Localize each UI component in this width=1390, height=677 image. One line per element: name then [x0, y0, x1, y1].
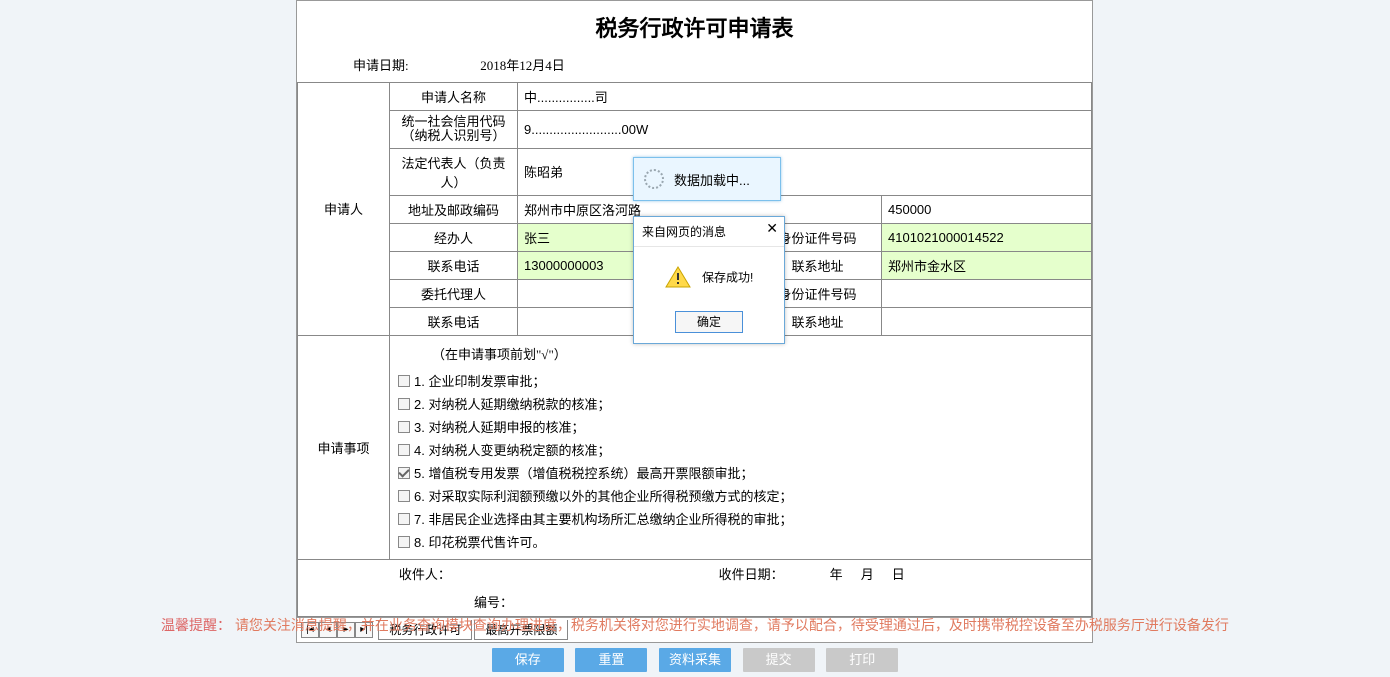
checkbox-icon[interactable] — [398, 490, 410, 502]
item-text: 增值税专用发票（增值税税控系统）最高开票限额审批； — [428, 466, 753, 481]
tip-line: 温馨提醒： 请您关注消息提醒，并在业务查询模块查询办理进度，税务机关将对您进行实… — [0, 615, 1390, 635]
submit-button[interactable]: 提交 — [743, 648, 815, 672]
save-button[interactable]: 保存 — [492, 648, 564, 672]
value-zip: 450000 — [882, 195, 1092, 223]
label-handler: 经办人 — [390, 223, 518, 251]
label-phone1: 联系电话 — [390, 251, 518, 279]
item-text: 对采取实际利润额预缴以外的其他企业所得税预缴方式的核定； — [428, 489, 792, 504]
value-contact-addr2[interactable] — [882, 307, 1092, 335]
checkbox-icon[interactable] — [398, 398, 410, 410]
item-text: 非居民企业选择由其主要机构场所汇总缴纳企业所得税的审批； — [428, 512, 792, 527]
checkbox-icon[interactable] — [398, 444, 410, 456]
apply-item[interactable]: 5. 增值税专用发票（增值税税控系统）最高开票限额审批； — [398, 461, 1085, 484]
items-cell: （在申请事项前划"√"） 1. 企业印制发票审批；2. 对纳税人延期缴纳税款的核… — [390, 335, 1092, 559]
item-text: 对纳税人延期缴纳税款的核准； — [428, 397, 610, 412]
item-text: 印花税票代售许可。 — [428, 535, 545, 550]
value-applicant-name: 中................司 — [518, 83, 1092, 111]
close-icon[interactable]: ✕ — [766, 221, 778, 235]
item-text: 企业印制发票审批； — [428, 374, 545, 389]
apply-date-label: 申请日期: — [353, 55, 477, 74]
dialog-body: 保存成功! — [634, 247, 784, 303]
item-number: 1. — [414, 374, 428, 389]
spinner-icon — [644, 169, 664, 189]
ok-button[interactable]: 确定 — [675, 311, 743, 333]
dialog-title-bar: 来自网页的消息 ✕ — [634, 217, 784, 247]
value-uscc: 9.........................00W — [518, 111, 1092, 149]
warning-icon — [665, 265, 691, 289]
tip-text: 请您关注消息提醒，并在业务查询模块查询办理进度，税务机关将对您进行实地调查，请予… — [235, 617, 1229, 633]
reset-button[interactable]: 重置 — [575, 648, 647, 672]
tip-label: 温馨提醒： — [161, 617, 231, 633]
checkbox-icon[interactable] — [398, 467, 410, 479]
receive-date-value: 年 月 日 — [790, 560, 1091, 588]
item-number: 5. — [414, 466, 428, 481]
apply-item[interactable]: 6. 对采取实际利润额预缴以外的其他企业所得税预缴方式的核定； — [398, 484, 1085, 507]
item-number: 3. — [414, 420, 428, 435]
apply-date-row: 申请日期: 2018年12月4日 — [297, 49, 1092, 82]
label-applicant-name: 申请人名称 — [390, 83, 518, 111]
checkbox-icon[interactable] — [398, 513, 410, 525]
apply-date-value: 2018年12月4日 — [480, 58, 565, 73]
item-number: 4. — [414, 443, 428, 458]
item-number: 6. — [414, 489, 428, 504]
item-text: 对纳税人变更纳税定额的核准； — [428, 443, 610, 458]
value-agent-id[interactable] — [882, 279, 1092, 307]
apply-item[interactable]: 2. 对纳税人延期缴纳税款的核准； — [398, 392, 1085, 415]
value-contact-addr1[interactable]: 郑州市金水区 — [882, 251, 1092, 279]
value-legal-rep: 陈昭弟 — [518, 148, 1092, 195]
apply-item[interactable]: 1. 企业印制发票审批； — [398, 369, 1085, 392]
receive-date-label: 收件日期： — [552, 560, 790, 588]
items-section-label: 申请事项 — [298, 335, 390, 559]
item-number: 8. — [414, 535, 428, 550]
message-dialog: 来自网页的消息 ✕ 保存成功! 确定 — [633, 216, 785, 344]
form-title: 税务行政许可申请表 — [297, 1, 1092, 49]
apply-item[interactable]: 7. 非居民企业选择由其主要机构场所汇总缴纳企业所得税的审批； — [398, 507, 1085, 530]
receiver-label: 收件人： — [298, 560, 552, 588]
label-phone2: 联系电话 — [390, 307, 518, 335]
loading-toast: 数据加载中... — [633, 157, 781, 201]
checkbox-icon[interactable] — [398, 536, 410, 548]
items-hint: （在申请事项前划"√"） — [398, 342, 1085, 369]
label-agent: 委托代理人 — [390, 279, 518, 307]
label-legal-rep: 法定代表人（负责人） — [390, 148, 518, 195]
apply-item[interactable]: 8. 印花税票代售许可。 — [398, 530, 1085, 553]
label-uscc: 统一社会信用代码（纳税人识别号） — [390, 111, 518, 149]
collect-button[interactable]: 资料采集 — [659, 648, 731, 672]
checkbox-icon[interactable] — [398, 375, 410, 387]
value-id-no[interactable]: 4101021000014522 — [882, 223, 1092, 251]
print-button[interactable]: 打印 — [826, 648, 898, 672]
item-number: 2. — [414, 397, 428, 412]
dialog-message: 保存成功! — [702, 271, 753, 285]
label-addr-zip: 地址及邮政编码 — [390, 195, 518, 223]
button-bar: 保存 重置 资料采集 提交 打印 — [0, 648, 1390, 672]
item-number: 7. — [414, 512, 428, 527]
apply-item[interactable]: 3. 对纳税人延期申报的核准； — [398, 415, 1085, 438]
item-text: 对纳税人延期申报的核准； — [428, 420, 584, 435]
apply-item[interactable]: 4. 对纳税人变更纳税定额的核准； — [398, 438, 1085, 461]
no-label: 编号： — [298, 588, 1091, 616]
applicant-section-label: 申请人 — [298, 83, 390, 336]
loading-text: 数据加载中... — [674, 170, 750, 189]
checkbox-icon[interactable] — [398, 421, 410, 433]
dialog-title: 来自网页的消息 — [642, 225, 726, 239]
